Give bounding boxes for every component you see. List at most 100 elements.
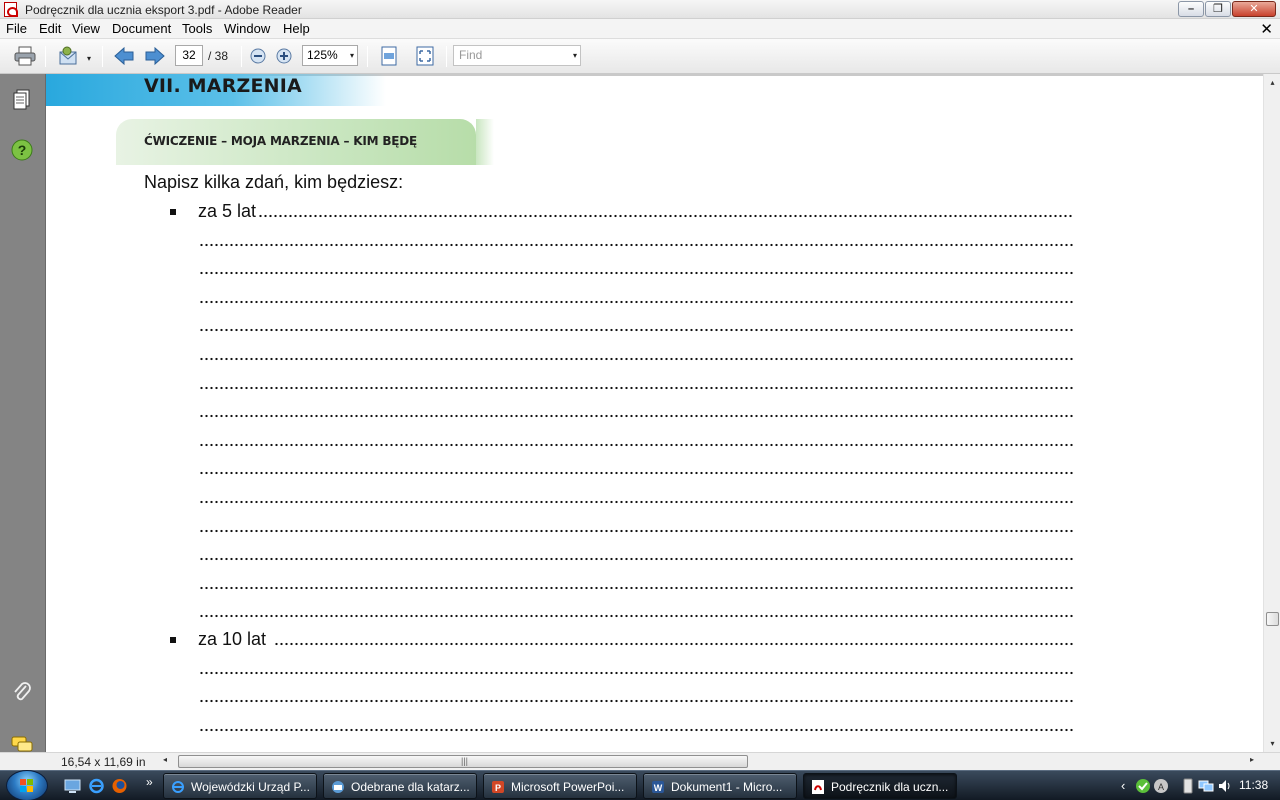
- svg-text:P: P: [495, 783, 501, 793]
- zoom-in-button[interactable]: [275, 46, 293, 66]
- horizontal-scroll-thumb[interactable]: |||: [178, 755, 748, 768]
- next-page-button[interactable]: [144, 46, 166, 66]
- toolbar-separator: [241, 46, 242, 67]
- volume-icon: [1219, 780, 1230, 792]
- answer-line: [199, 586, 1073, 590]
- antivirus-icon: A: [1154, 779, 1168, 793]
- previous-page-button[interactable]: [113, 46, 135, 66]
- answer-line: [199, 300, 1073, 304]
- answer-line: [199, 357, 1073, 361]
- page-number-input[interactable]: 32: [175, 45, 203, 66]
- find-dropdown-icon[interactable]: ▾: [573, 46, 577, 65]
- menu-edit[interactable]: Edit: [39, 21, 61, 36]
- minimize-icon: –: [1187, 3, 1195, 15]
- menu-bar: File Edit View Document Tools Window Hel…: [0, 19, 1280, 39]
- security-check-icon: [1136, 779, 1150, 793]
- vertical-scrollbar[interactable]: ▴ ▾: [1263, 74, 1280, 752]
- help-button[interactable]: ?: [11, 139, 33, 161]
- restore-icon: ❐: [1213, 3, 1223, 15]
- taskbar-button-powerpoint[interactable]: P Microsoft PowerPoi...: [483, 773, 637, 799]
- answer-line: [199, 443, 1073, 447]
- menu-document[interactable]: Document: [112, 21, 171, 36]
- tray-expand-icon[interactable]: ‹: [1121, 778, 1125, 793]
- quick-launch-more-icon[interactable]: »: [146, 775, 153, 789]
- window-title: Podręcznik dla ucznia eksport 3.pdf - Ad…: [25, 3, 302, 17]
- menu-view[interactable]: View: [72, 21, 100, 36]
- taskbar-button-label: Podręcznik dla uczn...: [831, 780, 949, 794]
- pages-icon: [13, 89, 30, 110]
- menu-window[interactable]: Window: [224, 21, 270, 36]
- taskbar: » Wojewódzki Urząd P... Odebrane dla kat…: [0, 770, 1280, 800]
- paperclip-icon: [14, 682, 31, 701]
- start-button[interactable]: [6, 770, 48, 800]
- network-icon: [1198, 780, 1214, 792]
- print-button[interactable]: [14, 46, 36, 66]
- answer-line: [258, 214, 1073, 218]
- zoom-out-button[interactable]: [249, 46, 267, 66]
- internet-explorer-icon[interactable]: [88, 778, 105, 794]
- svg-text:W: W: [654, 783, 663, 793]
- taskbar-button-word[interactable]: W Dokument1 - Micro...: [643, 773, 797, 799]
- scroll-up-icon[interactable]: ▴: [1264, 74, 1280, 91]
- answer-line: [274, 642, 1073, 646]
- vertical-scroll-thumb[interactable]: [1266, 612, 1279, 626]
- expand-icon: [416, 46, 434, 66]
- firefox-icon[interactable]: [111, 778, 128, 794]
- toolbar-separator: [367, 46, 368, 67]
- answer-line: [199, 271, 1073, 275]
- close-button[interactable]: ✕: [1232, 1, 1276, 17]
- document-view[interactable]: VII. MARZENIA ĆWICZENIE – MOJA MARZENIA …: [46, 74, 1263, 752]
- item-label-5-years: za 5 lat: [198, 201, 257, 221]
- email-attach-icon: [59, 46, 77, 65]
- powerpoint-icon: P: [492, 781, 504, 793]
- email-dropdown-icon[interactable]: ▾: [87, 54, 91, 63]
- toolbar-separator: [446, 46, 447, 67]
- attach-email-button[interactable]: [58, 46, 80, 66]
- find-placeholder: Find: [459, 48, 483, 62]
- answer-line: [199, 699, 1073, 703]
- scroll-right-icon[interactable]: ▸: [1250, 755, 1254, 764]
- toolbar-separator: [45, 46, 46, 67]
- bullet-marker: [170, 637, 176, 643]
- svg-text:?: ?: [18, 142, 27, 158]
- arrow-left-icon: [114, 46, 134, 66]
- show-desktop-icon[interactable]: [64, 778, 81, 794]
- answer-line: [199, 328, 1073, 332]
- scroll-left-icon[interactable]: ◂: [163, 755, 167, 764]
- attachments-button[interactable]: [11, 681, 33, 703]
- taskbar-button-adobe-reader[interactable]: Podręcznik dla uczn...: [803, 773, 957, 799]
- mail-icon: [332, 781, 344, 793]
- window-controls: – ❐ ✕: [1178, 1, 1276, 17]
- system-tray: ‹ A 11:38: [1118, 771, 1280, 800]
- taskbar-button-mail[interactable]: Odebrane dla katarz...: [323, 773, 477, 799]
- printer-icon: [14, 46, 36, 66]
- zoom-select[interactable]: 125% ▾: [302, 45, 358, 66]
- menu-tools[interactable]: Tools: [182, 21, 212, 36]
- close-document-icon[interactable]: ✕: [1260, 20, 1273, 38]
- page-size-label: 16,54 x 11,69 in: [61, 755, 146, 769]
- minimize-button[interactable]: –: [1178, 1, 1204, 17]
- exercise-prompt: Napisz kilka zdań, kim będziesz:: [144, 172, 404, 192]
- chapter-title: VII. MARZENIA: [144, 75, 302, 97]
- menu-file[interactable]: File: [6, 21, 27, 36]
- full-screen-button[interactable]: [414, 46, 436, 66]
- taskbar-button-ie[interactable]: Wojewódzki Urząd P...: [163, 773, 317, 799]
- fit-width-button[interactable]: [378, 46, 400, 66]
- zoom-dropdown-icon[interactable]: ▾: [350, 46, 354, 65]
- maximize-button[interactable]: ❐: [1205, 1, 1231, 17]
- scroll-down-icon[interactable]: ▾: [1264, 735, 1280, 752]
- menu-help[interactable]: Help: [283, 21, 310, 36]
- navigation-pane: ?: [0, 74, 46, 752]
- answer-line: [199, 557, 1073, 561]
- page-total: / 38: [208, 49, 229, 63]
- taskbar-button-label: Microsoft PowerPoi...: [511, 780, 625, 794]
- find-input[interactable]: Find ▾: [453, 45, 581, 66]
- answer-line: [199, 728, 1073, 732]
- word-icon: W: [652, 781, 664, 793]
- pages-panel-button[interactable]: [11, 88, 33, 110]
- adobe-reader-icon: [4, 2, 18, 17]
- exercise-title: ĆWICZENIE – MOJA MARZENIA – KIM BĘDĘ: [144, 134, 418, 148]
- title-bar: Podręcznik dla ucznia eksport 3.pdf - Ad…: [0, 0, 1280, 19]
- close-icon: ✕: [1249, 3, 1259, 15]
- taskbar-button-label: Dokument1 - Micro...: [671, 780, 783, 794]
